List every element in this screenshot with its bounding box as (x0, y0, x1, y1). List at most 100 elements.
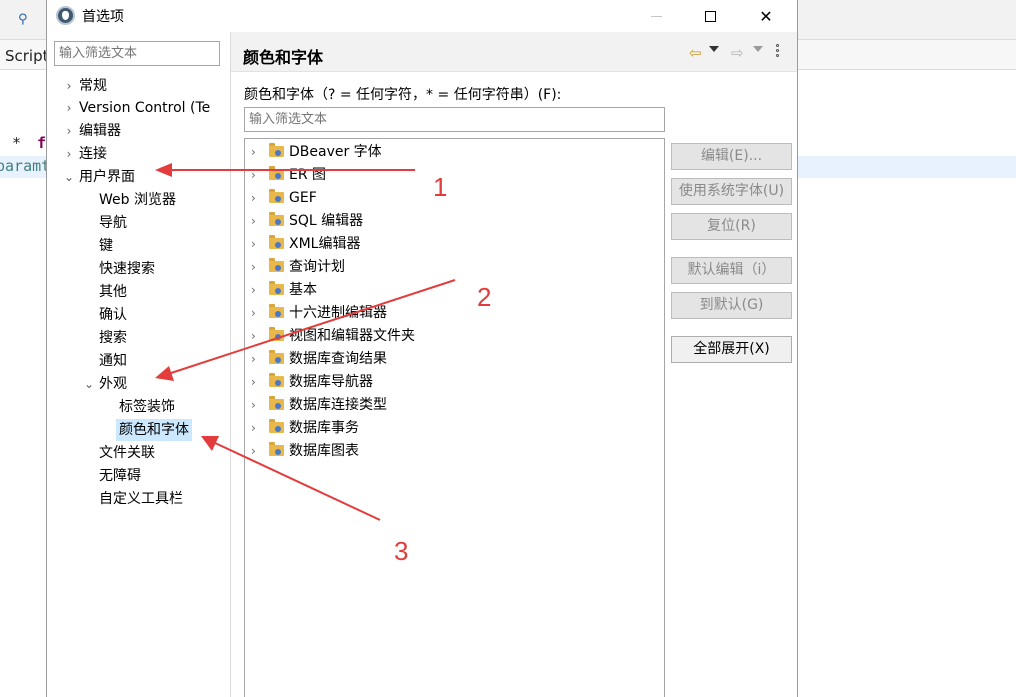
forward-arrow-icon[interactable]: ⇨ (731, 44, 744, 62)
category-label: 十六进制编辑器 (289, 305, 387, 321)
category-item[interactable]: › 基本 (245, 279, 664, 301)
close-button[interactable]: ✕ (743, 0, 789, 32)
panel-filter-input[interactable] (244, 107, 665, 132)
filter-label: 颜色和字体（? = 任何字符，* = 任何字符串）(F): (244, 87, 562, 103)
font-folder-icon (269, 189, 284, 203)
nav-item-label: 标签装饰 (119, 399, 175, 415)
edit-button[interactable]: 编辑(E)... (671, 143, 792, 170)
nav-item[interactable]: 导航 (47, 212, 230, 234)
category-item[interactable]: › 数据库导航器 (245, 371, 664, 393)
nav-item[interactable]: 通知 (47, 350, 230, 372)
maximize-button[interactable] (687, 0, 733, 32)
chevron-right-icon[interactable]: › (251, 325, 261, 347)
nav-filter-input[interactable] (54, 41, 220, 66)
nav-item[interactable]: › Version Control (Te (47, 97, 230, 119)
search-icon[interactable]: ⚲ (18, 12, 32, 27)
chevron-right-icon[interactable]: › (63, 120, 75, 142)
chevron-right-icon[interactable]: › (63, 143, 75, 165)
chevron-right-icon[interactable]: › (251, 210, 261, 232)
nav-item-label: 搜索 (99, 330, 127, 346)
font-folder-icon (269, 419, 284, 433)
font-folder-icon (269, 442, 284, 456)
font-folder-icon (269, 166, 284, 180)
nav-item-label: 确认 (99, 307, 127, 323)
nav-item[interactable]: 快速搜索 (47, 258, 230, 280)
nav-item-label: 颜色和字体 (116, 419, 192, 441)
use-system-font-button[interactable]: 使用系统字体(U) (671, 178, 792, 205)
chevron-right-icon[interactable]: › (251, 302, 261, 324)
back-dropdown-icon[interactable] (709, 46, 719, 52)
nav-item-label: 无障碍 (99, 468, 141, 484)
nav-item[interactable]: 无障碍 (47, 465, 230, 487)
reset-button[interactable]: 复位(R) (671, 213, 792, 240)
nav-item[interactable]: ⌄ 外观 (47, 373, 230, 395)
chevron-right-icon[interactable]: › (251, 141, 261, 163)
chevron-right-icon[interactable]: › (251, 233, 261, 255)
nav-item-label: 编辑器 (79, 123, 121, 139)
nav-item[interactable]: 键 (47, 235, 230, 257)
nav-item[interactable]: 确认 (47, 304, 230, 326)
font-folder-icon (269, 396, 284, 410)
nav-item[interactable]: 搜索 (47, 327, 230, 349)
font-folder-icon (269, 258, 284, 272)
category-item[interactable]: › 数据库连接类型 (245, 394, 664, 416)
annotation-label-2: 2 (477, 282, 492, 312)
category-item[interactable]: › XML编辑器 (245, 233, 664, 255)
category-item[interactable]: › 数据库查询结果 (245, 348, 664, 370)
chevron-right-icon[interactable]: › (251, 348, 261, 370)
chevron-right-icon[interactable]: › (251, 279, 261, 301)
expand-all-button[interactable]: 全部展开(X) (671, 336, 792, 363)
edit-default-button[interactable]: 默认编辑（i） (671, 257, 792, 284)
nav-item[interactable]: › 常规 (47, 75, 230, 97)
background-tab[interactable]: Script (5, 47, 49, 65)
chevron-right-icon[interactable]: › (251, 256, 261, 278)
category-item[interactable]: › ER 图 (245, 164, 664, 186)
category-label: 数据库连接类型 (289, 397, 387, 413)
goto-default-button[interactable]: 到默认(G) (671, 292, 792, 319)
nav-item-label: 快速搜索 (99, 261, 155, 277)
category-item[interactable]: › DBeaver 字体 (245, 141, 664, 163)
category-item[interactable]: › 查询计划 (245, 256, 664, 278)
font-folder-icon (269, 143, 284, 157)
chevron-right-icon[interactable]: › (63, 75, 75, 97)
nav-item-label: 外观 (99, 376, 127, 392)
close-icon: ✕ (759, 6, 773, 26)
category-item[interactable]: › 数据库事务 (245, 417, 664, 439)
annotation-label-1: 1 (433, 172, 448, 202)
category-label: 视图和编辑器文件夹 (289, 328, 415, 344)
nav-item[interactable]: 颜色和字体 (47, 419, 230, 441)
font-folder-icon (269, 373, 284, 387)
nav-item[interactable]: 自定义工具栏 (47, 488, 230, 510)
category-item[interactable]: › 数据库图表 (245, 440, 664, 462)
nav-item[interactable]: ⌄ 用户界面 (47, 166, 230, 188)
minimize-button[interactable] (633, 0, 679, 32)
chevron-down-icon[interactable]: ⌄ (63, 166, 75, 188)
panel-header: 颜色和字体 ⇦ ⇨ (231, 32, 797, 72)
view-menu-icon[interactable] (776, 44, 780, 60)
chevron-right-icon[interactable]: › (63, 97, 75, 119)
category-item[interactable]: › 视图和编辑器文件夹 (245, 325, 664, 347)
nav-item[interactable]: 标签装饰 (47, 396, 230, 418)
chevron-right-icon[interactable]: › (251, 187, 261, 209)
category-item[interactable]: › GEF (245, 187, 664, 209)
font-folder-icon (269, 281, 284, 295)
chevron-right-icon[interactable]: › (251, 371, 261, 393)
category-item[interactable]: › 十六进制编辑器 (245, 302, 664, 324)
nav-item[interactable]: › 编辑器 (47, 120, 230, 142)
nav-item[interactable]: Web 浏览器 (47, 189, 230, 211)
annotation-label-3: 3 (394, 536, 409, 566)
nav-item[interactable]: 其他 (47, 281, 230, 303)
nav-item[interactable]: 文件关联 (47, 442, 230, 464)
chevron-right-icon[interactable]: › (251, 164, 261, 186)
preferences-dialog: 首选项 ✕ ›常规›Version Control (Te›编辑器›连接⌄用户界… (46, 0, 798, 697)
forward-dropdown-icon[interactable] (753, 46, 763, 52)
chevron-down-icon[interactable]: ⌄ (83, 373, 95, 395)
chevron-right-icon[interactable]: › (251, 417, 261, 439)
category-label: DBeaver 字体 (289, 144, 382, 160)
nav-item-label: 导航 (99, 215, 127, 231)
chevron-right-icon[interactable]: › (251, 394, 261, 416)
back-arrow-icon[interactable]: ⇦ (689, 44, 702, 62)
category-item[interactable]: › SQL 编辑器 (245, 210, 664, 232)
nav-item[interactable]: › 连接 (47, 143, 230, 165)
chevron-right-icon[interactable]: › (251, 440, 261, 462)
